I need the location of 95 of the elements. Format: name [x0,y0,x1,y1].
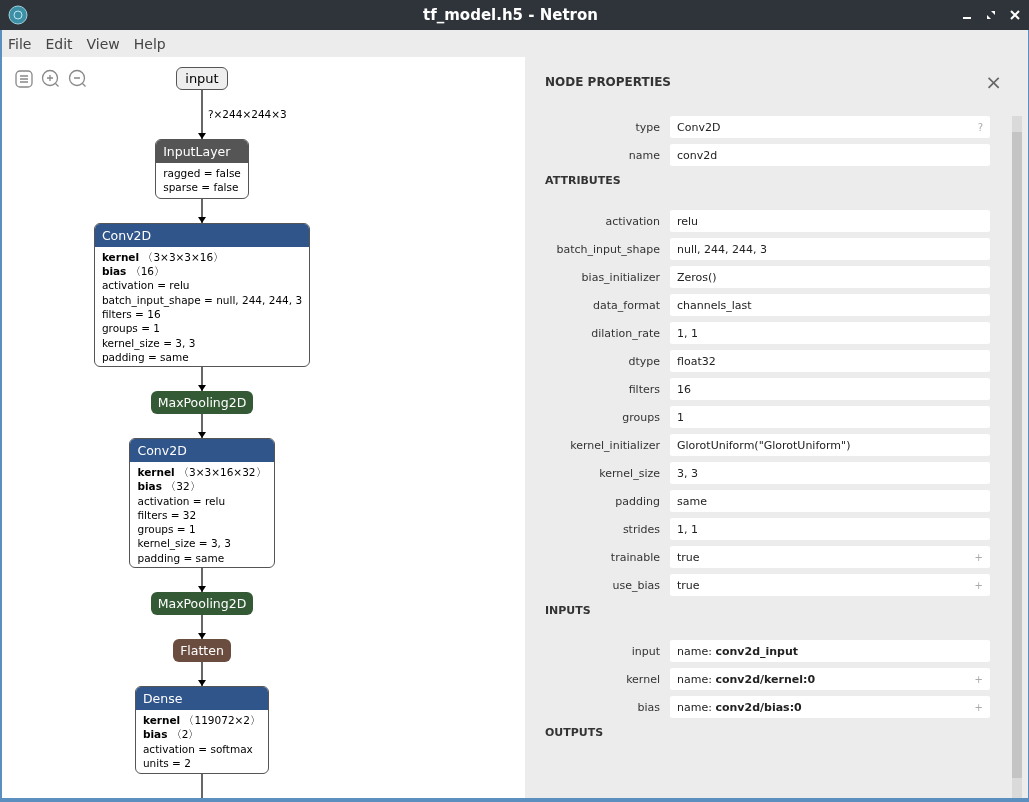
menu-item[interactable]: View [86,35,120,52]
value-text: float32 [677,354,716,368]
node-header: InputLayer [156,140,248,163]
value-text: channels_last [677,298,752,312]
value-text: null, 244, 244, 3 [677,242,768,256]
property-label: trainable [609,550,660,564]
property-label: batch_input_shape [555,242,660,256]
zoom-out-icon[interactable] [68,69,88,89]
value-text: 16 [677,382,691,396]
property-label: padding [614,494,660,508]
value-text: conv2d [677,148,718,162]
property-label: name [627,148,660,162]
property-label: bias [636,700,660,714]
value-text: GlorotUniform("GlorotUniform") [677,438,851,452]
property-label: strides [621,522,660,536]
property-label: kernel_size [598,466,660,480]
graph-node[interactable]: MaxPooling2D [150,592,254,616]
value-text: 1, 1 [677,326,698,340]
node-attribute: bias 〈16〉 [101,264,167,279]
node-attribute: sparse = false [163,180,240,195]
property-label: bias_initializer [580,270,660,284]
menu-icon[interactable] [14,69,34,89]
property-label: input [630,644,660,658]
graph-node[interactable]: MaxPooling2D [150,390,254,414]
node-attribute: bias 〈32〉 [137,479,202,494]
node-attribute: filters = 16 [101,307,162,322]
section-title: INPUTS [545,604,592,617]
section-title: ATTRIBUTES [545,174,622,187]
graph-node[interactable]: Dense kernel 〈119072×2〉 bias 〈2〉 activation = softmax units = 2 [134,686,270,774]
app-icon [8,5,28,25]
restore-icon[interactable] [985,9,997,21]
node-header: Conv2D [94,223,310,247]
value-text: 1, 1 [677,522,698,536]
node-attribute: groups = 1 [101,321,161,336]
edge-arrow [198,413,206,438]
value-text: name: conv2d/kernel:0 [677,672,816,686]
property-label: kernel_initializer [569,438,660,452]
zoom-in-icon[interactable] [41,69,61,89]
edge-arrow [198,662,206,687]
value-text: 1 [677,410,684,424]
close-button[interactable]: × [985,70,1002,94]
edge-arrow [198,615,206,640]
value-text: 3, 3 [677,466,698,480]
value-text: name: conv2d/bias:0 [677,700,802,714]
graph-node[interactable]: input [176,67,228,90]
edge-arrow [198,568,206,593]
value-text: true [677,578,700,592]
node-attribute: ragged = false [163,166,241,181]
edge-arrow [198,198,206,223]
graph-node[interactable]: Conv2D kernel 〈3×3×3×16〉 bias 〈16〉 activation = relu batch_input_shape = null, 244, 244, 3 filters = 16 groups = 1 kernel_size = 3, 3 padding = same [93,222,311,367]
node-attribute: kernel_size = 3, 3 [137,536,232,551]
property-label: dilation_rate [590,326,660,340]
node-attribute: padding = same [101,350,190,365]
node-attribute: kernel 〈3×3×16×32〉 [137,464,267,480]
node-attribute: filters = 32 [137,507,198,523]
edge-arrow [198,90,206,139]
node-attribute: activation = relu [101,278,191,293]
node-attribute: kernel_size = 3, 3 [101,335,197,350]
node-attribute: batch_input_shape = null, 244, 244, 3 [101,292,303,307]
value-text: same [677,494,707,508]
node-attribute: units = 2 [142,756,192,771]
edge-label: ?×244×244×3 [208,108,287,120]
property-label: use_bias [611,578,660,592]
close-icon[interactable] [1009,9,1021,21]
value-text: name: conv2d_input [677,644,799,658]
graph-node[interactable]: Flatten [173,639,231,663]
value-text: Zeros() [677,270,717,284]
value-text: true [677,550,700,564]
node-header: Conv2D [130,438,274,462]
property-label: kernel [625,672,660,686]
property-label: dtype [627,354,660,368]
section-title: OUTPUTS [545,726,605,739]
value-text: relu [677,214,699,228]
graph-node[interactable]: InputLayer ragged = false sparse = false [155,139,249,199]
node-header: Dense [135,687,269,711]
graph-node[interactable]: Conv2D kernel 〈3×3×16×32〉 bias 〈32〉 activation = relu filters = 32 groups = 1 kernel_size = 3, 3 padding = same [129,437,275,569]
property-label: filters [627,382,660,396]
edge-arrow [198,366,206,391]
window-title: tf_model.h5 - Netron [422,6,599,24]
node-attribute: activation = softmax [142,741,254,756]
value-text: Conv2D [677,120,721,134]
node-attribute: groups = 1 [137,522,197,537]
menu-item[interactable]: Edit [45,35,73,52]
menu-item[interactable]: Help [133,35,166,52]
node-attribute: padding = same [137,550,226,566]
node-attribute: bias 〈2〉 [142,727,201,742]
property-label: type [634,120,660,134]
property-label: activation [604,214,660,228]
node-attribute: activation = relu [137,493,227,508]
node-attribute: kernel 〈3×3×3×16〉 [101,249,226,264]
panel-title: NODE PROPERTIES [545,75,671,89]
menu-item[interactable]: File [8,35,32,52]
property-label: data_format [592,298,660,312]
node-attribute: kernel 〈119072×2〉 [142,713,262,728]
property-label: groups [621,410,660,424]
